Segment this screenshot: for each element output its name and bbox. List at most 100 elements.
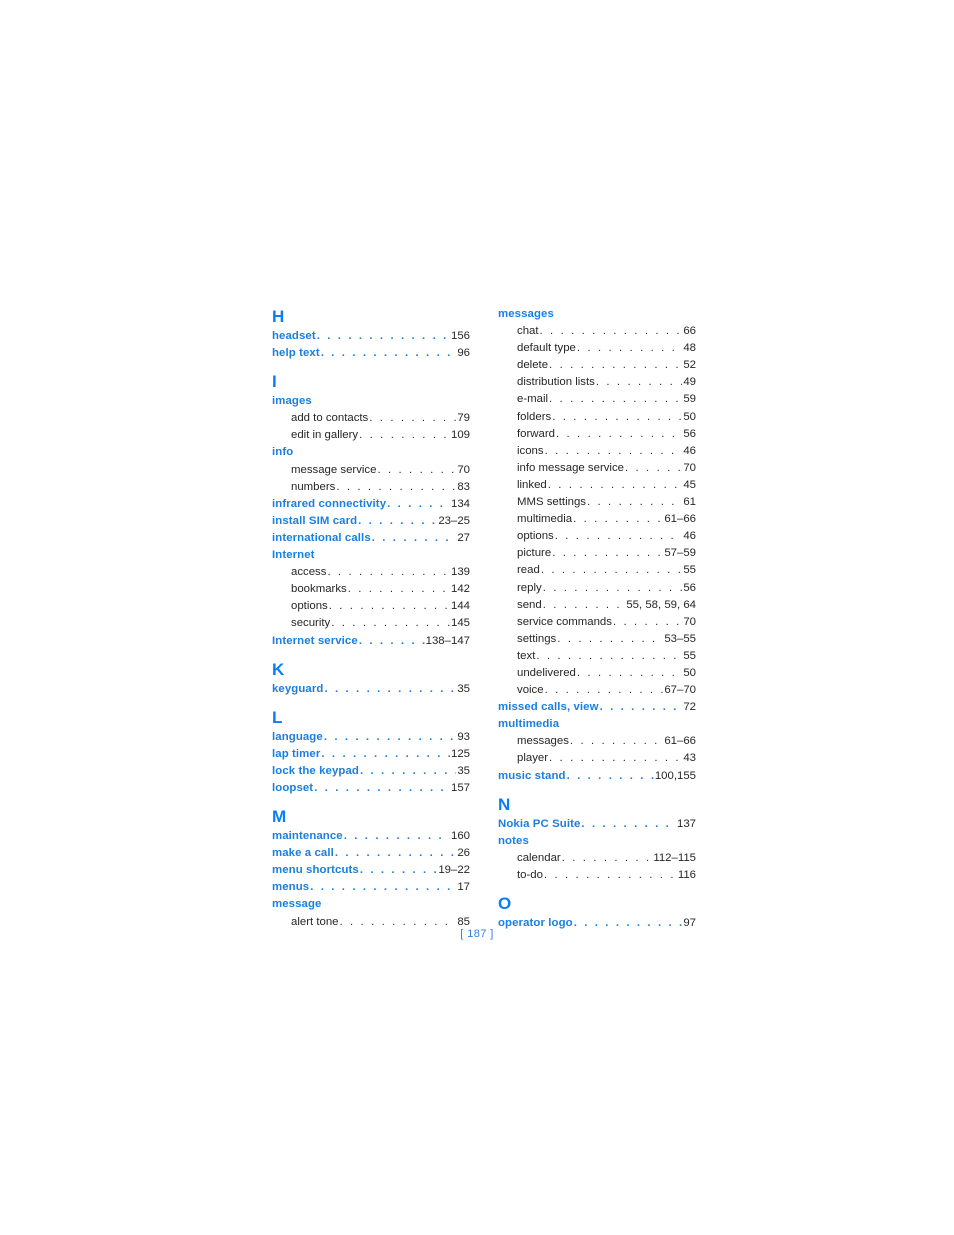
dot-leader: . . . . . . . . . . . . . . . . . . . . … (328, 600, 450, 613)
index-entry-pages: 67–70 (664, 684, 696, 697)
index-entry-pages: 139 (450, 566, 470, 579)
dot-leader: . . . . . . . . . . . . . . . . . . . . … (369, 412, 456, 425)
index-entry-label: MMS settings (517, 496, 586, 509)
dot-leader: . . . . . . . . . . . . . . . . . . . . … (359, 764, 456, 777)
index-entry-pages: 61–66 (664, 735, 696, 748)
index-entry-label: delete (517, 359, 549, 372)
dot-leader: . . . . . . . . . . . . . . . . . . . . … (324, 682, 457, 695)
index-entry-label: calendar (517, 851, 561, 864)
dot-leader: . . . . . . . . . . . . . . . . . . . . … (625, 461, 682, 474)
index-entry-label: menus (272, 881, 310, 894)
index-subentry: message service. . . . . . . . . . . . .… (272, 462, 470, 479)
index-entry-label: bookmarks (291, 583, 347, 596)
dot-leader: . . . . . . . . . . . . . . . . . . . . … (323, 730, 457, 743)
index-section-k: Kkeyguard. . . . . . . . . . . . . . . .… (272, 659, 470, 698)
index-entry-pages: 138–147 (425, 634, 470, 647)
dot-leader: . . . . . . . . . . . . . . . . . . . . … (539, 325, 683, 338)
dot-leader: . . . . . . . . . . . . . . . . . . . . … (576, 342, 682, 355)
dot-leader: . . . . . . . . . . . . . . . . . . . . … (544, 444, 683, 457)
index-entry-pages: 72 (683, 701, 696, 714)
index-entry-label: send (517, 598, 542, 611)
dot-leader: . . . . . . . . . . . . . . . . . . . . … (555, 427, 682, 440)
dot-leader: . . . . . . . . . . . . . . . . . . . . … (543, 868, 677, 881)
dot-leader: . . . . . . . . . . . . . . . . . . . . … (540, 564, 683, 577)
dot-leader: . . . . . . . . . . . . . . . . . . . . … (377, 463, 457, 476)
index-entry-label: e-mail (517, 393, 549, 406)
section-letter-heading: K (272, 659, 285, 679)
dot-leader: . . . . . . . . . . . . . . . . . . . . … (334, 847, 456, 860)
dot-leader: . . . . . . . . . . . . . . . . . . . . … (343, 830, 450, 843)
index-entry-pages: 79 (457, 412, 470, 425)
index-entry-label: options (517, 530, 554, 543)
index-entry: lap timer. . . . . . . . . . . . . . . .… (272, 746, 470, 763)
dot-leader: . . . . . . . . . . . . . . . . . . . . … (331, 617, 450, 630)
index-section-continued: messages. . . . . . . . . . . . . . . . … (498, 306, 696, 785)
index-entry-label: images (272, 395, 312, 408)
index-entry-pages: 19–22 (438, 864, 470, 877)
dot-leader: . . . . . . . . . . . . . . . . . . . . … (359, 429, 450, 442)
index-entry-pages: 52 (683, 359, 696, 372)
index-section-h: Hheadset. . . . . . . . . . . . . . . . … (272, 306, 470, 362)
dot-leader: . . . . . . . . . . . . . . . . . . . . … (599, 701, 683, 714)
index-entry: menus. . . . . . . . . . . . . . . . . .… (272, 879, 470, 896)
index-entry-pages: 100,155 (654, 769, 696, 782)
index-entry-pages: 55 (683, 564, 696, 577)
index-subentry: reply. . . . . . . . . . . . . . . . . .… (498, 580, 696, 597)
index-columns: Hheadset. . . . . . . . . . . . . . . . … (272, 306, 696, 932)
index-entry-pages: 83 (457, 480, 470, 493)
index-entry-label: notes (498, 834, 529, 847)
dot-leader: . . . . . . . . . . . . . . . . . . . . … (314, 781, 450, 794)
index-entry-pages: 55, 58, 59, 64 (626, 598, 696, 611)
index-entry-label: icons (517, 444, 544, 457)
dot-leader: . . . . . . . . . . . . . . . . . . . . … (371, 531, 457, 544)
index-entry-pages: 57–59 (664, 547, 696, 560)
dot-leader: . . . . . . . . . . . . . . . . . . . . … (566, 769, 654, 782)
index-entry-label: chat (517, 325, 539, 338)
index-entry-pages: 125 (450, 747, 470, 760)
index-subentry: picture. . . . . . . . . . . . . . . . .… (498, 545, 696, 562)
index-entry-label: multimedia (498, 718, 560, 731)
index-entry-pages: 35 (457, 682, 470, 695)
dot-leader: . . . . . . . . . . . . . . . . . . . . … (561, 851, 653, 864)
index-entry-label: Internet (272, 549, 315, 562)
index-subentry: options. . . . . . . . . . . . . . . . .… (498, 528, 696, 545)
index-entry-label: lap timer (272, 747, 321, 760)
section-letter-heading: H (272, 307, 285, 326)
index-entry-label: info (272, 446, 294, 459)
index-entry-label: default type (517, 342, 576, 355)
index-entry-label: undelivered (517, 666, 576, 679)
index-entry-pages: 96 (457, 347, 470, 360)
index-entry-pages: 23–25 (438, 514, 470, 527)
dot-leader: . . . . . . . . . . . . . . . . . . . . … (542, 598, 626, 611)
index-entry-pages: 144 (450, 600, 470, 613)
index-subentry: forward. . . . . . . . . . . . . . . . .… (498, 426, 696, 443)
index-entry-pages: 61–66 (664, 513, 696, 526)
index-entry-pages: 70 (683, 461, 696, 474)
index-subentry: icons. . . . . . . . . . . . . . . . . .… (498, 443, 696, 460)
dot-leader: . . . . . . . . . . . . . . . . . . . . … (547, 478, 683, 491)
index-entry: lock the keypad. . . . . . . . . . . . .… (272, 763, 470, 780)
index-entry-pages: 156 (450, 330, 470, 342)
index-entry-pages: 109 (450, 429, 470, 442)
index-entry: language. . . . . . . . . . . . . . . . … (272, 729, 470, 746)
index-entry-label: international calls (272, 531, 371, 544)
index-entry-label: menu shortcuts (272, 864, 359, 877)
index-subentry: edit in gallery. . . . . . . . . . . . .… (272, 427, 470, 444)
index-entry-pages: 112–115 (653, 851, 696, 864)
index-entry-pages: 27 (457, 531, 470, 544)
index-subentry: distribution lists. . . . . . . . . . . … (498, 374, 696, 391)
index-entry-label: infrared connectivity (272, 497, 387, 510)
index-entry-label: help text (272, 347, 320, 360)
index-subentry: folders. . . . . . . . . . . . . . . . .… (498, 409, 696, 426)
right-column: messages. . . . . . . . . . . . . . . . … (498, 306, 696, 932)
dot-leader: . . . . . . . . . . . . . . . . . . . . … (554, 530, 683, 543)
dot-leader: . . . . . . . . . . . . . . . . . . . . … (310, 881, 456, 894)
index-entry-label: settings (517, 632, 557, 645)
index-subentry: e-mail. . . . . . . . . . . . . . . . . … (498, 391, 696, 408)
dot-leader: . . . . . . . . . . . . . . . . . . . . … (336, 480, 456, 493)
dot-leader: . . . . . . . . . . . . . . . . . . . . … (358, 634, 425, 647)
index-subentry: security. . . . . . . . . . . . . . . . … (272, 615, 470, 632)
index-subentry: messages. . . . . . . . . . . . . . . . … (498, 733, 696, 750)
index-entry-pages: 70 (457, 463, 470, 476)
dot-leader: . . . . . . . . . . . . . . . . . . . . … (358, 514, 438, 527)
